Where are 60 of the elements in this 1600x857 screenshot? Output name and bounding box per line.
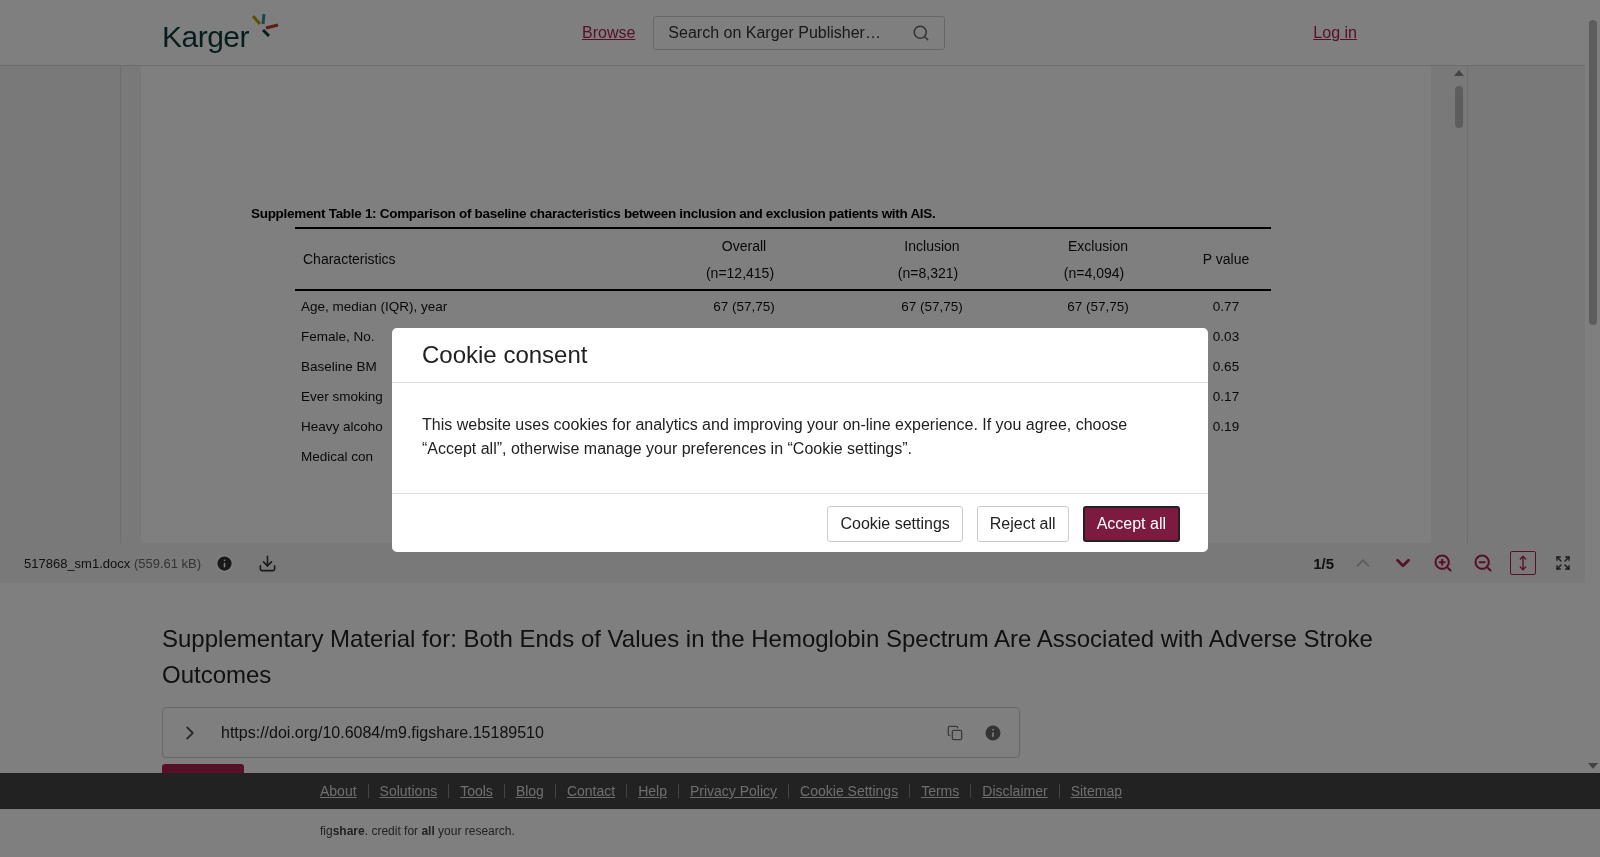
footer-link[interactable]: Terms xyxy=(909,784,971,798)
column-subheader: (n=4,094) xyxy=(1063,264,1125,281)
download-icon xyxy=(258,553,278,573)
page-indicator: 1/5 xyxy=(1313,554,1334,572)
table-cell: 0.03 xyxy=(1212,328,1240,344)
search-icon xyxy=(912,23,931,42)
login-link[interactable]: Log in xyxy=(1313,23,1357,42)
footer-link[interactable]: Solutions xyxy=(367,784,449,798)
dialog-button[interactable]: Reject all xyxy=(976,505,1069,542)
file-name: 517868_sm1.docx (559.61 kB) xyxy=(24,555,202,571)
table-cell: 67 (57,75) xyxy=(713,298,775,314)
page-title: Supplementary Material for: Both Ends of Values in the Hemoglobin Spectrum Are Associated with Adverse Stroke Outcomes xyxy=(162,624,1374,690)
dialog-message: This website uses cookies for analytics and improving your on-line experience. If you agree, choose “Accept all”, otherwise manage your preferences in “Cookie settings”. xyxy=(392,382,1208,494)
column-header: Inclusion xyxy=(903,237,960,254)
info-icon[interactable] xyxy=(983,722,1003,743)
column-header: Overall xyxy=(720,237,767,254)
dialog-title: Cookie consent xyxy=(392,327,1208,383)
dialog-button[interactable]: Cookie settings xyxy=(827,505,963,542)
table-caption: Supplement Table 1: Comparison of baseline characteristics between inclusion and exclusion patients with AIS. xyxy=(251,206,937,221)
zoom-in-icon xyxy=(1433,553,1453,573)
table-cell: 0.19 xyxy=(1212,418,1240,434)
column-header: Exclusion xyxy=(1067,237,1128,254)
footer-link[interactable]: About xyxy=(312,784,368,798)
fullscreen-icon xyxy=(1555,555,1571,571)
table-cell: 67 (57,75) xyxy=(901,298,963,314)
footer-link[interactable]: Blog xyxy=(503,784,555,798)
table-cell: Female, No. xyxy=(301,328,375,344)
accept-button[interactable]: Accept all xyxy=(1082,505,1180,542)
table-cell: Baseline BM xyxy=(301,358,377,374)
column-header: Characteristics xyxy=(302,251,397,267)
footer-link[interactable]: Contact xyxy=(554,784,627,798)
column-header: P value xyxy=(1201,251,1251,267)
tagline: figshare. credit for all your research. xyxy=(319,823,516,838)
table-cell: 0.65 xyxy=(1212,358,1240,374)
footer-link[interactable]: Cookie Settings xyxy=(788,784,910,798)
table-cell: Medical con xyxy=(301,448,374,464)
fit-height-button[interactable] xyxy=(1510,551,1536,575)
footer-link[interactable]: Tools xyxy=(448,784,504,798)
download-button[interactable] xyxy=(258,553,278,573)
copy-icon[interactable] xyxy=(947,724,963,741)
info-button[interactable] xyxy=(215,553,235,573)
info-icon xyxy=(215,553,235,573)
table-cell: Heavy alcoho xyxy=(301,418,383,434)
column-subheader: (n=12,415) xyxy=(705,264,775,281)
table-cell: Ever smoking xyxy=(301,388,383,404)
table-cell: 67 (57,75) xyxy=(1067,298,1129,314)
logo-text: Karger xyxy=(162,19,250,54)
footer-link[interactable]: Sitemap xyxy=(1058,784,1133,798)
doi-link[interactable]: https://doi.org/10.6084/m9.figshare.15189510 xyxy=(221,723,927,742)
column-subheader: (n=8,321) xyxy=(897,264,959,281)
zoom-out-icon xyxy=(1473,553,1493,573)
footer-link[interactable]: Help xyxy=(626,784,678,798)
footer-link[interactable]: Privacy Policy xyxy=(677,784,789,798)
logo[interactable]: Karger xyxy=(162,11,582,54)
table-cell: 0.17 xyxy=(1212,388,1240,404)
browse-link[interactable]: Browse xyxy=(582,23,636,42)
footer-link[interactable]: Disclaimer xyxy=(970,784,1059,798)
search-field[interactable]: Search on Karger Publisher… xyxy=(653,15,946,50)
table-cell: 0.77 xyxy=(1212,298,1240,314)
table-cell: Age, median (IQR), year xyxy=(301,298,448,314)
